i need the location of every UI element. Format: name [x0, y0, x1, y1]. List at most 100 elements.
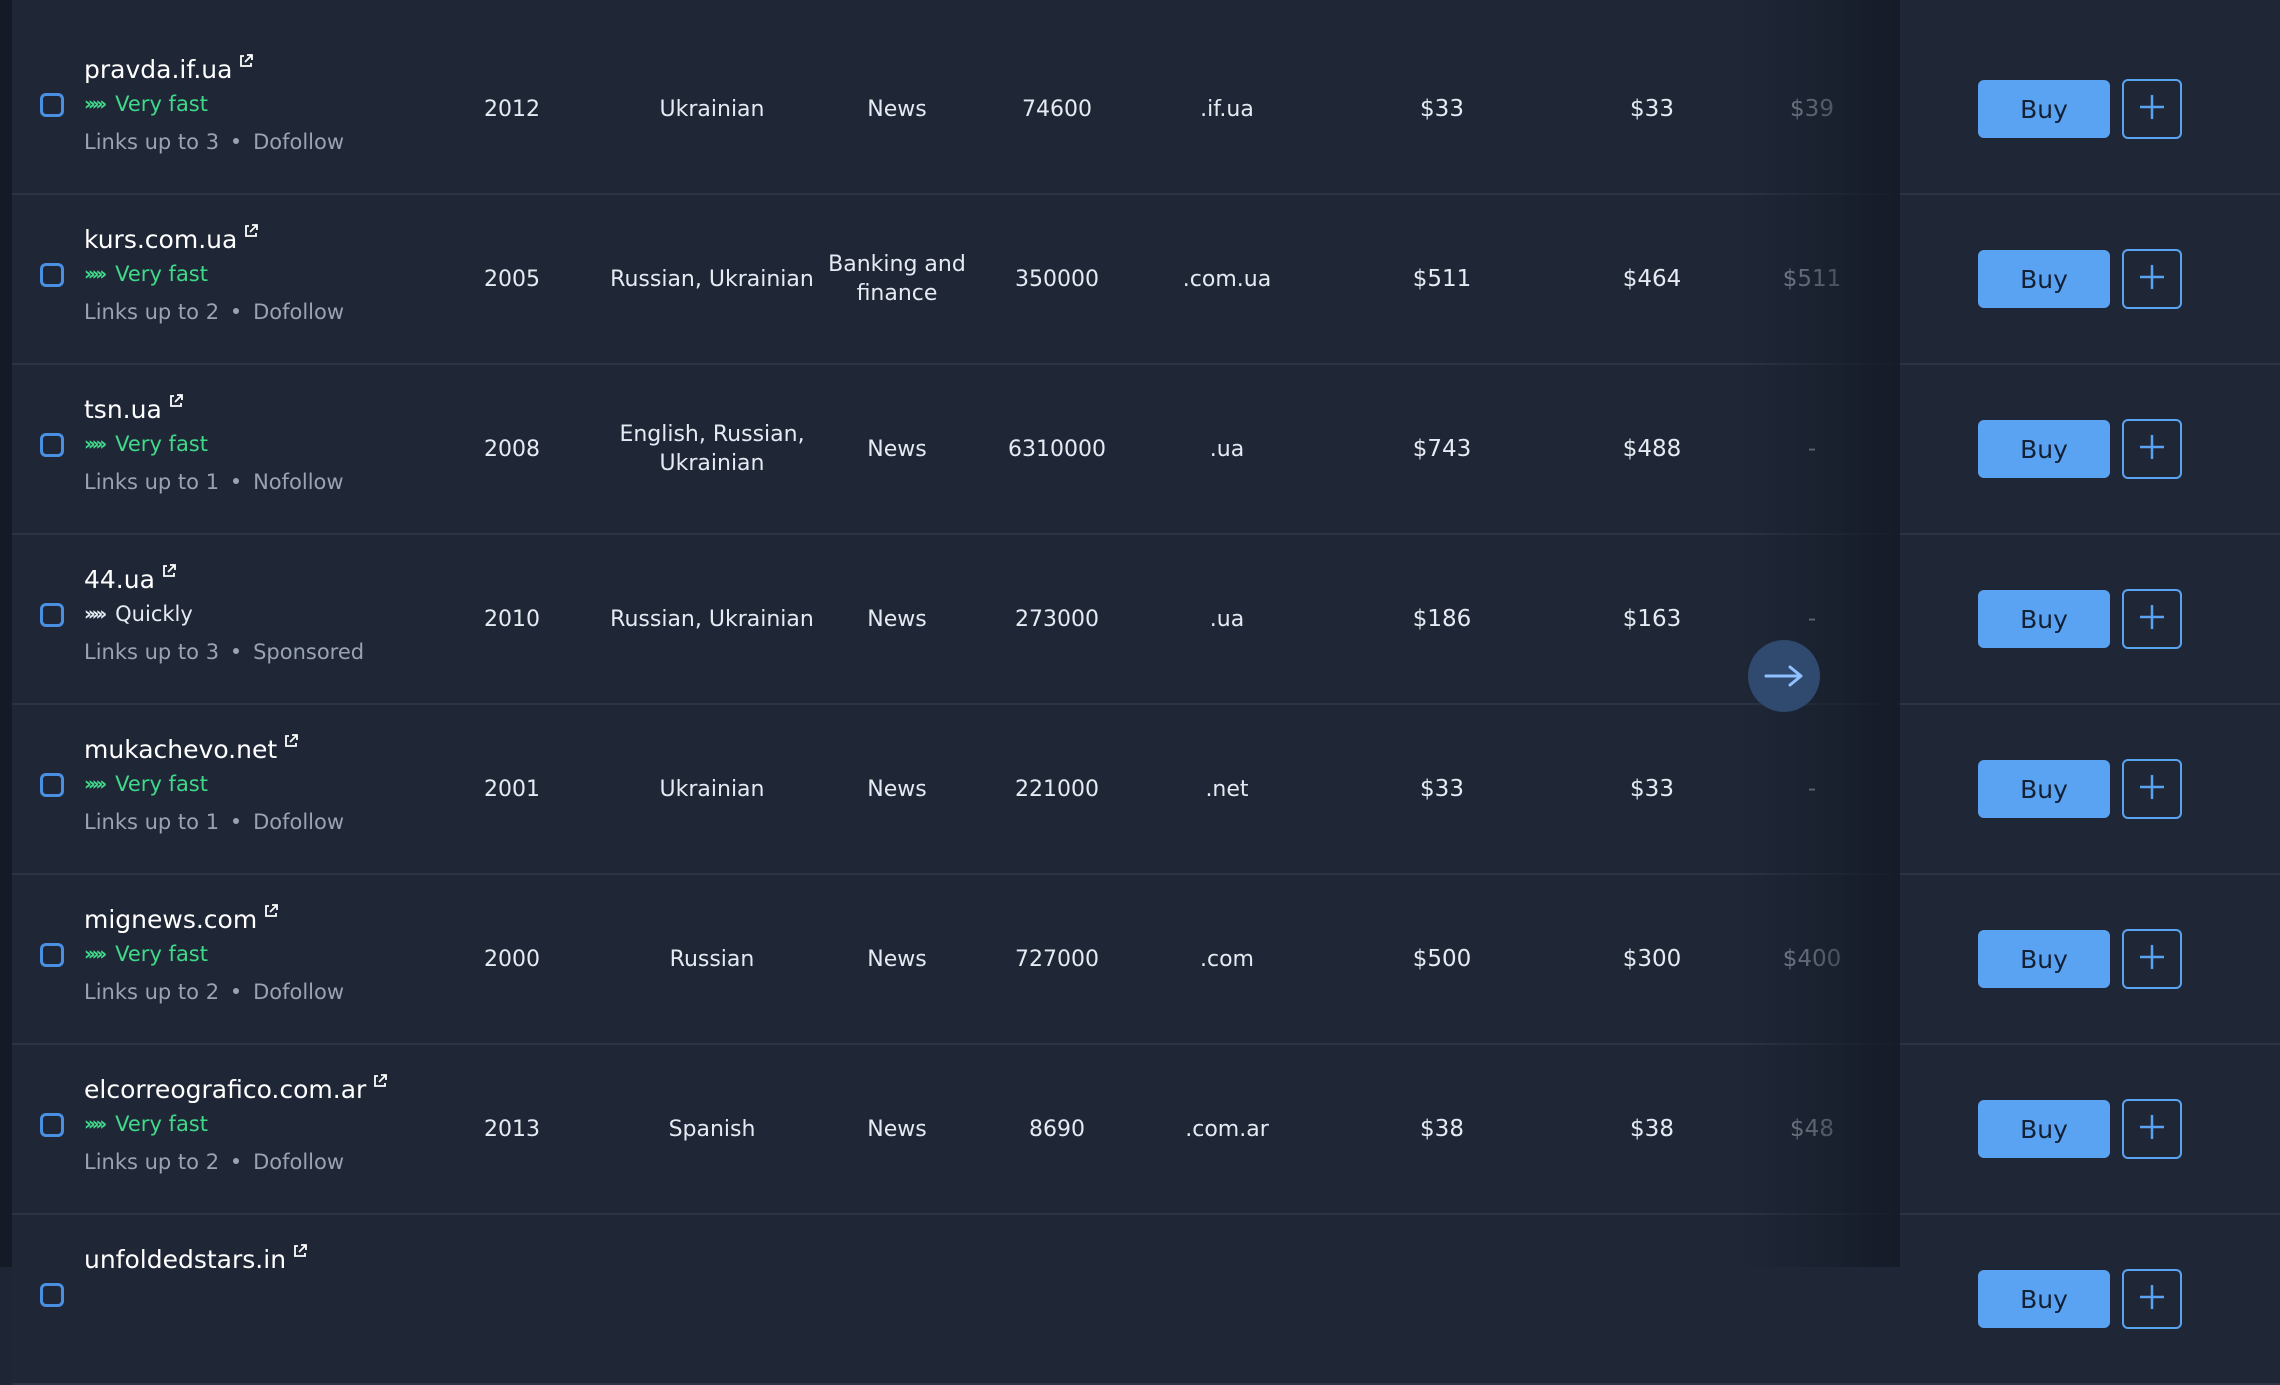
- year-cell: 2008: [484, 436, 540, 462]
- language-cell: Russian: [669, 946, 755, 972]
- link-info: Links up to 1 Dofollow: [84, 810, 344, 834]
- links-limit: Links up to 2: [84, 1150, 220, 1174]
- domain-zone-cell: .ua: [1209, 436, 1245, 462]
- price-cell: $511: [1782, 265, 1842, 292]
- link-type: Dofollow: [253, 300, 345, 324]
- price-cell: $500: [1412, 945, 1472, 972]
- price-cell: [1382, 1215, 1502, 1383]
- site-info: tsn.ua ››››› Very fast Links up to 1 Nofollo…: [84, 393, 344, 494]
- language-cell: Spanish: [668, 1116, 756, 1142]
- domain-zone-cell: .if.ua: [1200, 96, 1254, 122]
- price-cell: $186: [1412, 605, 1472, 632]
- buy-button[interactable]: Buy: [1978, 250, 2110, 308]
- site-link[interactable]: mignews.com: [84, 905, 257, 934]
- action-panel: Buy Buy Buy Buy Buy Buy Buy Buy: [1900, 0, 2280, 1385]
- link-info: Links up to 3 Dofollow: [84, 130, 344, 154]
- external-link-icon[interactable]: [283, 733, 299, 753]
- add-to-cart-button[interactable]: [2122, 759, 2182, 819]
- link-info: Links up to 2 Dofollow: [84, 1150, 388, 1174]
- row-checkbox[interactable]: [40, 1113, 64, 1137]
- language-cell: Ukrainian: [659, 96, 765, 122]
- site-info: unfoldedstars.in: [84, 1243, 308, 1296]
- price-cell: [1592, 1215, 1712, 1383]
- price-cell: $743: [1412, 435, 1472, 462]
- site-link[interactable]: unfoldedstars.in: [84, 1245, 286, 1274]
- year-cell: 2001: [484, 776, 540, 802]
- separator-dot: [233, 1158, 240, 1164]
- buy-button[interactable]: Buy: [1978, 760, 2110, 818]
- action-row: Buy: [1900, 1045, 2280, 1215]
- price-cell: [1752, 1215, 1872, 1383]
- site-link[interactable]: kurs.com.ua: [84, 225, 237, 254]
- page-edge: [0, 0, 12, 1267]
- external-link-icon[interactable]: [161, 563, 177, 583]
- link-type: Sponsored: [253, 640, 365, 664]
- language-cell: Russian, Ukrainian: [610, 266, 814, 292]
- price-cell: $400: [1782, 945, 1842, 972]
- add-to-cart-button[interactable]: [2122, 249, 2182, 309]
- chevrons-right-icon: ›››››: [84, 433, 107, 455]
- add-to-cart-button[interactable]: [2122, 589, 2182, 649]
- traffic-cell: 221000: [1015, 776, 1099, 802]
- category-cell: News: [867, 436, 927, 462]
- year-cell: 2012: [484, 96, 540, 122]
- add-to-cart-button[interactable]: [2122, 1099, 2182, 1159]
- site-link[interactable]: tsn.ua: [84, 395, 162, 424]
- site-link[interactable]: mukachevo.net: [84, 735, 277, 764]
- row-checkbox[interactable]: [40, 773, 64, 797]
- row-checkbox[interactable]: [40, 263, 64, 287]
- speed-label: Very fast: [115, 772, 208, 796]
- link-type: Dofollow: [253, 810, 345, 834]
- year-cell: [432, 1215, 592, 1383]
- buy-button[interactable]: Buy: [1978, 930, 2110, 988]
- add-to-cart-button[interactable]: [2122, 419, 2182, 479]
- link-info: Links up to 3 Sponsored: [84, 640, 364, 664]
- buy-button[interactable]: Buy: [1978, 1270, 2110, 1328]
- site-link[interactable]: elcorreografico.com.ar: [84, 1075, 366, 1104]
- external-link-icon[interactable]: [168, 393, 184, 413]
- site-link[interactable]: pravda.if.ua: [84, 55, 232, 84]
- price-cell: $33: [1420, 775, 1464, 802]
- price-cell: $39: [1790, 95, 1834, 122]
- row-checkbox[interactable]: [40, 943, 64, 967]
- links-limit: Links up to 2: [84, 300, 220, 324]
- chevrons-right-icon: ›››››: [84, 93, 107, 115]
- speed-label: Very fast: [115, 92, 208, 116]
- external-link-icon[interactable]: [238, 53, 254, 73]
- add-to-cart-button[interactable]: [2122, 79, 2182, 139]
- buy-button[interactable]: Buy: [1978, 1100, 2110, 1158]
- row-checkbox[interactable]: [40, 1283, 64, 1307]
- language-cell: [602, 1215, 822, 1383]
- external-link-icon[interactable]: [372, 1073, 388, 1093]
- row-checkbox[interactable]: [40, 603, 64, 627]
- add-to-cart-button[interactable]: [2122, 929, 2182, 989]
- speed-indicator: ››››› Very fast: [84, 432, 344, 456]
- domain-zone-cell: .com.ar: [1185, 1116, 1269, 1142]
- link-type: Dofollow: [253, 1150, 345, 1174]
- buy-button[interactable]: Buy: [1978, 590, 2110, 648]
- plus-icon: [2137, 92, 2167, 126]
- buy-button[interactable]: Buy: [1978, 420, 2110, 478]
- plus-icon: [2137, 1282, 2167, 1316]
- speed-indicator: ››››› Very fast: [84, 772, 344, 796]
- external-link-icon[interactable]: [292, 1243, 308, 1263]
- separator-dot: [233, 478, 240, 484]
- traffic-cell: 6310000: [1008, 436, 1106, 462]
- speed-indicator: ››››› Very fast: [84, 262, 344, 286]
- links-limit: Links up to 2: [84, 980, 220, 1004]
- chevrons-right-icon: ›››››: [84, 263, 107, 285]
- separator-dot: [233, 648, 240, 654]
- row-checkbox[interactable]: [40, 433, 64, 457]
- scroll-right-button[interactable]: [1748, 640, 1820, 712]
- site-info: pravda.if.ua ››››› Very fast Links up to 3 D…: [84, 53, 344, 154]
- buy-button[interactable]: Buy: [1978, 80, 2110, 138]
- external-link-icon[interactable]: [263, 903, 279, 923]
- price-cell: -: [1807, 435, 1817, 462]
- price-cell: $38: [1420, 1115, 1464, 1142]
- add-to-cart-button[interactable]: [2122, 1269, 2182, 1329]
- language-cell: Ukrainian: [659, 776, 765, 802]
- external-link-icon[interactable]: [243, 223, 259, 243]
- site-link[interactable]: 44.ua: [84, 565, 155, 594]
- year-cell: 2005: [484, 266, 540, 292]
- row-checkbox[interactable]: [40, 93, 64, 117]
